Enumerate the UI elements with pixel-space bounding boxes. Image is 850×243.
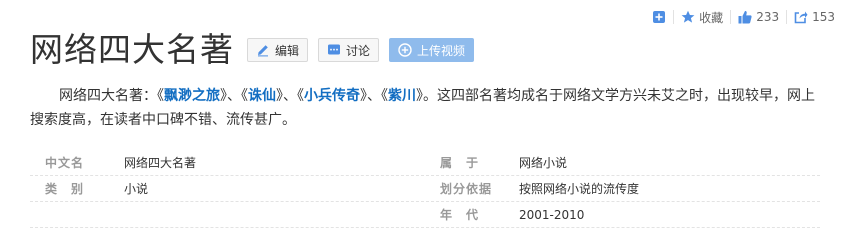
top-actions: 收藏 233 153: [645, 8, 842, 26]
discuss-label: 讨论: [346, 43, 371, 58]
work-link-piaomiao[interactable]: 飘渺之旅: [164, 88, 220, 104]
page-title: 网络四大名著: [30, 30, 234, 69]
share-icon: [794, 10, 808, 24]
bracket: 《: [241, 88, 248, 104]
info-name: 划分依据: [440, 182, 493, 196]
info-value: 小说: [124, 182, 149, 196]
work-link-zhuxian[interactable]: 诛仙: [248, 88, 276, 104]
info-name: 年 代: [440, 208, 480, 222]
pencil-icon: [256, 43, 270, 57]
edit-label: 编辑: [275, 43, 300, 58]
share-count: 153: [812, 10, 835, 24]
comment-icon: [327, 43, 341, 57]
discuss-button[interactable]: 讨论: [318, 38, 380, 62]
edit-button[interactable]: 编辑: [247, 38, 309, 62]
bracket: 》: [276, 88, 283, 104]
star-icon: [681, 10, 695, 24]
summary-prefix: 网络四大名著：: [59, 88, 157, 104]
summary-paragraph: 网络四大名著：《飘渺之旅》、《诛仙》、《小兵传奇》、《紫川》。这四部名著均成名于…: [30, 84, 820, 132]
info-name: 中文名: [45, 156, 85, 170]
info-value: 网络四大名著: [124, 156, 197, 170]
bracket: 》: [360, 88, 367, 104]
info-value: 按照网络小说的流传度: [519, 182, 640, 196]
info-row: 年 代 2001-2010: [30, 202, 820, 228]
add-button[interactable]: [645, 8, 673, 26]
bracket: 《: [381, 88, 388, 104]
work-link-xiaobing[interactable]: 小兵传奇: [304, 88, 360, 104]
bracket: 》: [220, 88, 227, 104]
thumbs-up-icon: [738, 10, 752, 24]
info-name: 类 别: [45, 182, 85, 196]
separator: 、: [367, 88, 381, 104]
info-value: 2001-2010: [519, 207, 585, 222]
info-name: 属 于: [440, 156, 480, 170]
bracket: 《: [297, 88, 304, 104]
collect-label: 收藏: [699, 10, 724, 25]
upload-video-label: 上传视频: [417, 43, 466, 58]
separator: 、: [227, 88, 241, 104]
title-row: 网络四大名著 编辑 讨论 上传视频: [30, 30, 484, 70]
separator: 、: [283, 88, 297, 104]
upload-video-button[interactable]: 上传视频: [389, 38, 475, 62]
bracket: 《: [157, 88, 164, 104]
like-count: 233: [756, 10, 780, 24]
plus-circle-icon: [398, 43, 412, 57]
like-button[interactable]: 233: [731, 8, 786, 26]
info-value: 网络小说: [519, 156, 568, 170]
work-link-zichuan[interactable]: 紫川: [388, 88, 416, 104]
info-row: 中文名 网络四大名著 属 于 网络小说: [30, 150, 820, 176]
collect-button[interactable]: 收藏: [674, 8, 730, 26]
share-button[interactable]: 153: [787, 8, 842, 26]
basic-info-table: 中文名 网络四大名著 属 于 网络小说 类 别 小说 划分依据 按照网络小说的流…: [30, 150, 820, 228]
bracket: 》: [416, 88, 423, 104]
plus-square-icon: [652, 10, 666, 24]
info-row: 类 别 小说 划分依据 按照网络小说的流传度: [30, 176, 820, 202]
